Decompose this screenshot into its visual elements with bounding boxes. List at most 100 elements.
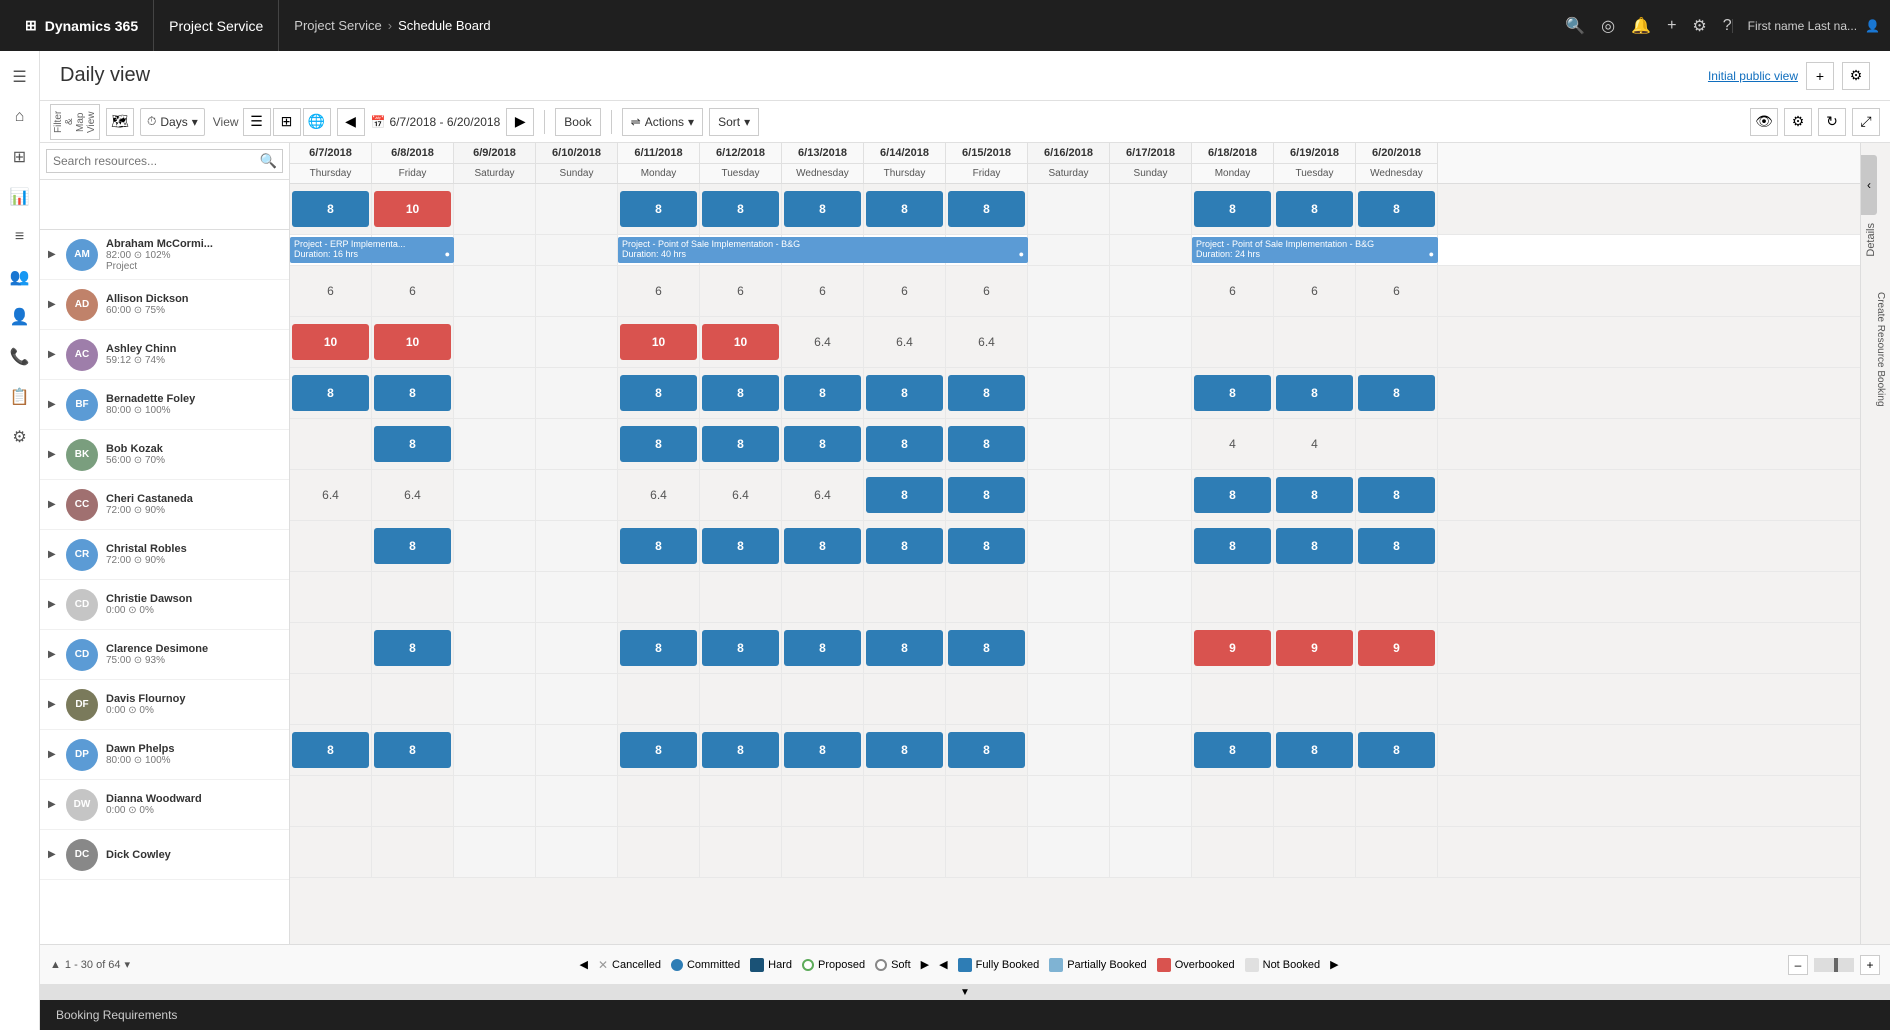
- grid-cell[interactable]: [864, 674, 946, 724]
- grid-cell[interactable]: [1028, 572, 1110, 622]
- booking-block-blue[interactable]: 8: [1358, 477, 1435, 513]
- sort-button[interactable]: Sort ▾: [709, 108, 759, 136]
- booking-block-blue[interactable]: 8: [948, 191, 1025, 227]
- grid-cell[interactable]: [1110, 470, 1192, 520]
- booking-block-blue[interactable]: 8: [784, 630, 861, 666]
- grid-cell[interactable]: [618, 674, 700, 724]
- grid-cell[interactable]: [782, 674, 864, 724]
- grid-cell[interactable]: 8: [1192, 184, 1274, 234]
- booking-block-red[interactable]: 10: [702, 324, 779, 360]
- grid-cell[interactable]: [290, 827, 372, 877]
- grid-cell[interactable]: [864, 827, 946, 877]
- resource-row[interactable]: ▶ DC Dick Cowley: [40, 830, 289, 880]
- grid-cell[interactable]: [1356, 827, 1438, 877]
- filter-map-view-button[interactable]: Filter & Map View: [50, 104, 100, 140]
- grid-cell[interactable]: [618, 572, 700, 622]
- grid-cell[interactable]: [1274, 572, 1356, 622]
- expand-icon[interactable]: ▶: [48, 349, 58, 360]
- grid-cell[interactable]: [618, 776, 700, 826]
- booking-block-blue[interactable]: 8: [948, 732, 1025, 768]
- grid-cell[interactable]: [454, 827, 536, 877]
- booking-block-blue[interactable]: 8: [948, 630, 1025, 666]
- grid-cell[interactable]: [536, 725, 618, 775]
- grid-cell[interactable]: 8: [946, 368, 1028, 418]
- grid-cell[interactable]: [536, 827, 618, 877]
- grid-cell[interactable]: [290, 623, 372, 673]
- grid-cell[interactable]: [1274, 776, 1356, 826]
- grid-cell[interactable]: 6: [372, 266, 454, 316]
- grid-cell[interactable]: 8: [1356, 470, 1438, 520]
- expand-icon[interactable]: ▶: [48, 549, 58, 560]
- grid-cell[interactable]: 8: [618, 725, 700, 775]
- list-icon[interactable]: ≡: [2, 219, 38, 255]
- grid-cell[interactable]: [1028, 470, 1110, 520]
- booking-block-blue[interactable]: 8: [620, 630, 697, 666]
- grid-cell[interactable]: [454, 623, 536, 673]
- map-icon-btn[interactable]: 🗺: [106, 108, 134, 136]
- grid-cell[interactable]: [454, 470, 536, 520]
- booking-block-blue[interactable]: 8: [374, 426, 451, 462]
- booking-block-blue[interactable]: 8: [1194, 528, 1271, 564]
- grid-cell[interactable]: 9: [1192, 623, 1274, 673]
- booking-block-blue[interactable]: 8: [620, 528, 697, 564]
- grid-cell[interactable]: 8: [946, 521, 1028, 571]
- grid-cell[interactable]: [782, 827, 864, 877]
- eye-icon-btn[interactable]: 👁: [1750, 108, 1778, 136]
- grid-cell[interactable]: 8: [946, 419, 1028, 469]
- grid-cell[interactable]: [1192, 317, 1274, 367]
- grid-cell[interactable]: [1110, 776, 1192, 826]
- project-bar-erp[interactable]: Project - ERP Implementa...Duration: 16 …: [290, 237, 454, 263]
- booking-block-blue[interactable]: 8: [374, 732, 451, 768]
- booking-block-blue[interactable]: 8: [374, 528, 451, 564]
- grid-cell[interactable]: 8: [864, 368, 946, 418]
- grid-cell[interactable]: [454, 317, 536, 367]
- grid-cell[interactable]: [700, 572, 782, 622]
- booking-block-blue[interactable]: 8: [292, 375, 369, 411]
- expand-icon[interactable]: ▶: [48, 249, 58, 260]
- grid-cell[interactable]: [782, 572, 864, 622]
- grid-cell[interactable]: 8: [618, 521, 700, 571]
- booking-block-blue[interactable]: 8: [948, 477, 1025, 513]
- booking-block-blue[interactable]: 8: [866, 528, 943, 564]
- expand-icon[interactable]: ▶: [48, 799, 58, 810]
- expand-icon[interactable]: ▶: [48, 499, 58, 510]
- grid-cell[interactable]: 10: [700, 317, 782, 367]
- grid-cell[interactable]: 8: [864, 184, 946, 234]
- booking-block-blue[interactable]: 8: [1276, 375, 1353, 411]
- grid-cell[interactable]: [372, 827, 454, 877]
- grid-cell[interactable]: 8: [782, 184, 864, 234]
- booking-block-blue[interactable]: 8: [702, 732, 779, 768]
- grid-cell[interactable]: [454, 572, 536, 622]
- booking-block-blue[interactable]: 8: [1276, 732, 1353, 768]
- plus-icon[interactable]: +: [1667, 17, 1676, 35]
- grid-cell[interactable]: 8: [1356, 368, 1438, 418]
- grid-cell[interactable]: 8: [1356, 725, 1438, 775]
- grid-cell[interactable]: [1192, 827, 1274, 877]
- grid-cell[interactable]: [1192, 572, 1274, 622]
- resource-row[interactable]: ▶ AC Ashley Chinn 59:12 ⊙ 74%: [40, 330, 289, 380]
- grid-cell[interactable]: 8: [700, 368, 782, 418]
- resource-row[interactable]: ▶ BK Bob Kozak 56:00 ⊙ 70%: [40, 430, 289, 480]
- grid-cell[interactable]: [536, 776, 618, 826]
- grid-cell[interactable]: [536, 572, 618, 622]
- grid-cell[interactable]: [700, 776, 782, 826]
- grid-cell[interactable]: [1028, 266, 1110, 316]
- grid-cell[interactable]: 6: [1356, 266, 1438, 316]
- booking-block-blue[interactable]: 8: [1358, 732, 1435, 768]
- grid-cell[interactable]: [700, 827, 782, 877]
- grid-cell[interactable]: [1110, 674, 1192, 724]
- grid-cell[interactable]: [1110, 521, 1192, 571]
- report-icon[interactable]: 📋: [2, 379, 38, 415]
- booking-block-blue[interactable]: 8: [866, 732, 943, 768]
- resource-row[interactable]: ▶ CC Cheri Castaneda 72:00 ⊙ 90%: [40, 480, 289, 530]
- grid-cell[interactable]: [454, 184, 536, 234]
- grid-cell[interactable]: 8: [864, 470, 946, 520]
- grid-cell[interactable]: [946, 572, 1028, 622]
- create-resource-booking-label[interactable]: Create Resource Booking: [1861, 284, 1890, 415]
- grid-cell[interactable]: [1356, 317, 1438, 367]
- zoom-in-btn[interactable]: +: [1860, 955, 1880, 975]
- grid-cell[interactable]: [290, 419, 372, 469]
- grid-cell[interactable]: [946, 827, 1028, 877]
- booking-block-blue[interactable]: 8: [948, 426, 1025, 462]
- grid-cell[interactable]: [536, 419, 618, 469]
